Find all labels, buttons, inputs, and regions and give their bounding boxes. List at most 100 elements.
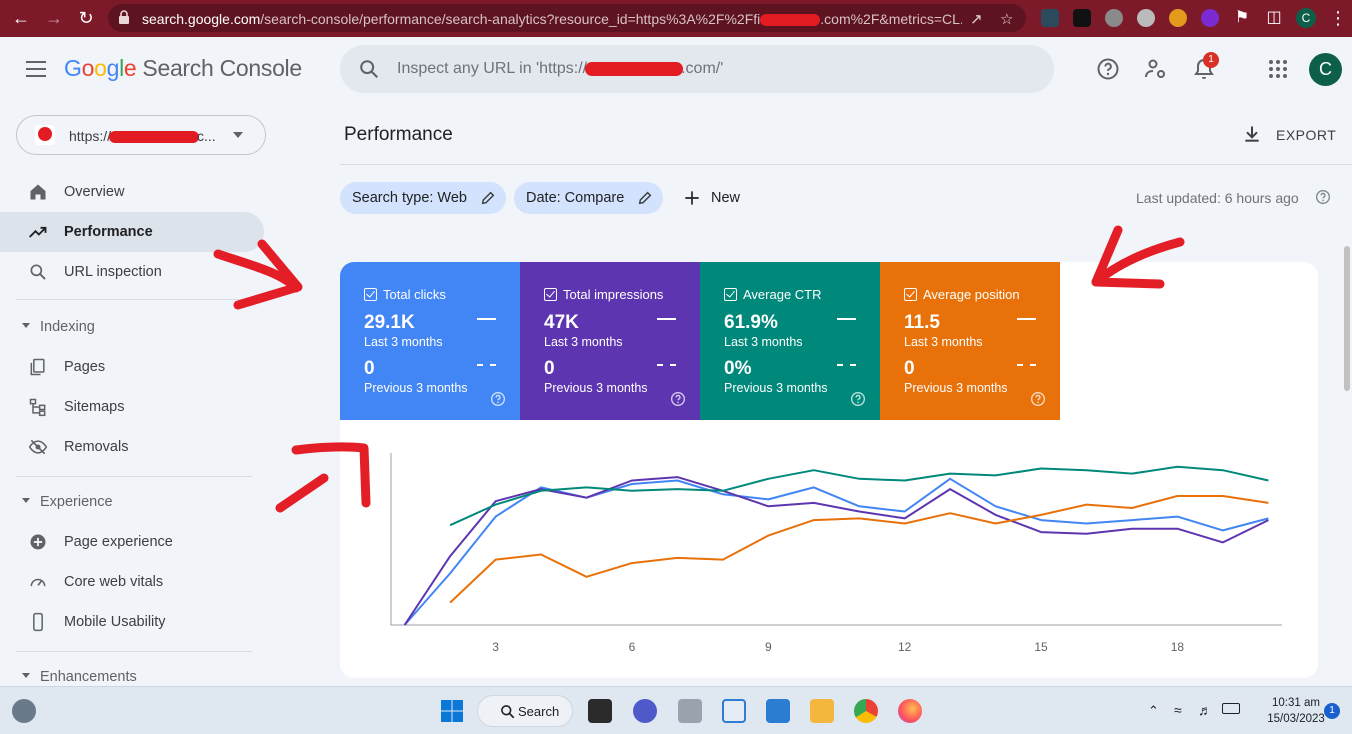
scrollbar[interactable] xyxy=(1342,238,1352,686)
metric-period: Last 3 months xyxy=(904,335,983,349)
sidebar-item-removals[interactable]: Removals xyxy=(0,427,264,467)
taskbar-search[interactable]: Search xyxy=(477,695,573,727)
filter-chip-search-type[interactable]: Search type: Web xyxy=(340,182,506,214)
collapse-triangle-icon xyxy=(22,323,30,328)
sidebar-item-label: Pages xyxy=(64,359,106,375)
scrollbar-thumb[interactable] xyxy=(1344,246,1350,391)
metric-period: Last 3 months xyxy=(544,335,623,349)
section-label: Enhancements xyxy=(40,669,137,685)
snipping-tool-icon[interactable] xyxy=(722,699,746,723)
notification-count-badge[interactable]: 1 xyxy=(1324,703,1340,719)
reload-icon[interactable]: ↻ xyxy=(74,6,98,30)
metric-tile-total-clicks[interactable]: Total clicks 29.1K Last 3 months 0 Previous … xyxy=(340,262,520,420)
bookmark-star-icon[interactable]: ☆ xyxy=(1000,10,1013,28)
profile-avatar[interactable]: C xyxy=(1296,8,1316,28)
help-icon[interactable] xyxy=(1030,391,1046,407)
extension-icon[interactable] xyxy=(1169,9,1187,27)
widgets-icon[interactable] xyxy=(12,699,36,723)
sidebar-item-sitemaps[interactable]: Sitemaps xyxy=(0,387,264,427)
sidebar-item-mobile-usability[interactable]: Mobile Usability xyxy=(0,602,264,642)
sidebar-item-page-experience[interactable]: Page experience xyxy=(0,522,264,562)
sidebar-item-pages[interactable]: Pages xyxy=(0,347,264,387)
firefox-icon[interactable] xyxy=(898,699,922,723)
extension-icon[interactable] xyxy=(1137,9,1155,27)
extension-icon[interactable] xyxy=(1201,9,1219,27)
sidebar-item-core-web-vitals[interactable]: Core web vitals xyxy=(0,562,264,602)
extension-icon[interactable] xyxy=(1041,9,1059,27)
extension-icon[interactable] xyxy=(1073,9,1091,27)
x-tick-label: 12 xyxy=(898,640,912,654)
sidebar-item-label: Page experience xyxy=(64,534,173,550)
chevron-up-icon[interactable]: ⌃ xyxy=(1148,703,1159,719)
wifi-icon[interactable]: ≈ xyxy=(1174,702,1182,718)
task-view-icon[interactable] xyxy=(588,699,612,723)
eye-off-icon xyxy=(28,439,48,455)
dashed-line-legend-icon xyxy=(1017,364,1036,366)
help-icon[interactable] xyxy=(1315,189,1331,205)
main-content: Performance EXPORT Search type: Web Date… xyxy=(320,101,1352,686)
sidebar-divider xyxy=(16,299,252,300)
edit-pencil-icon[interactable] xyxy=(480,190,496,206)
property-selector[interactable]: https://c... xyxy=(16,115,266,155)
sidebar-item-overview[interactable]: Overview xyxy=(0,172,264,212)
performance-card: Total clicks 29.1K Last 3 months 0 Previous … xyxy=(340,262,1318,678)
redaction-mark xyxy=(109,131,200,144)
metric-tile-average-ctr[interactable]: Average CTR 61.9% Last 3 months 0% Previous … xyxy=(700,262,880,420)
puzzle-icon[interactable]: ⚑ xyxy=(1230,6,1254,30)
sidebar-divider xyxy=(16,651,252,652)
teams-chat-icon[interactable] xyxy=(633,699,657,723)
google-wordmark: Google xyxy=(64,55,137,81)
logo[interactable]: Google Search Console xyxy=(64,55,302,82)
new-filter-button[interactable]: New xyxy=(680,182,750,214)
battery-icon[interactable] xyxy=(1222,703,1240,714)
share-icon[interactable]: ↗ xyxy=(970,10,983,28)
filter-chip-date[interactable]: Date: Compare xyxy=(514,182,663,214)
apps-grid-icon[interactable] xyxy=(1266,57,1290,81)
help-icon[interactable] xyxy=(850,391,866,407)
notepad-icon[interactable] xyxy=(766,699,790,723)
extension-icon[interactable] xyxy=(1105,9,1123,27)
volume-icon[interactable]: ♬ xyxy=(1198,702,1212,718)
solid-line-legend-icon xyxy=(477,318,496,320)
plus-circle-icon xyxy=(30,534,46,550)
metric-previous-value: 0% xyxy=(724,358,752,379)
metric-previous-period: Previous 3 months xyxy=(724,381,828,395)
app-rocket-icon[interactable] xyxy=(678,699,702,723)
dashed-line-legend-icon xyxy=(477,364,496,366)
system-clock[interactable]: 10:31 am 15/03/2023 xyxy=(1266,695,1326,727)
file-explorer-icon[interactable] xyxy=(810,699,834,723)
sidebar-section-experience[interactable]: Experience xyxy=(0,486,264,518)
edit-pencil-icon[interactable] xyxy=(637,190,653,206)
help-icon[interactable] xyxy=(670,391,686,407)
search-icon xyxy=(501,705,515,719)
url-inspect-search[interactable]: Inspect any URL in 'https://.com/' xyxy=(340,45,1054,93)
help-icon[interactable] xyxy=(490,391,506,407)
checkbox-icon[interactable] xyxy=(724,288,737,301)
manage-accounts-icon[interactable] xyxy=(1144,57,1168,81)
back-arrow-icon[interactable]: ← xyxy=(9,6,33,30)
checkbox-icon[interactable] xyxy=(364,288,377,301)
chrome-icon[interactable] xyxy=(854,699,878,723)
windows-start-icon[interactable] xyxy=(440,699,464,723)
menu-icon[interactable] xyxy=(26,61,46,77)
help-icon[interactable] xyxy=(1096,57,1120,81)
address-bar[interactable]: search.google.com/search-console/perform… xyxy=(108,4,1026,32)
metric-tile-total-impressions[interactable]: Total impressions 47K Last 3 months 0 Previo… xyxy=(520,262,700,420)
series-line-0 xyxy=(403,477,1269,626)
sidebar-item-performance[interactable]: Performance xyxy=(0,212,264,252)
sidebar-item-label: Mobile Usability xyxy=(64,614,166,630)
side-panel-icon[interactable]: ◫ xyxy=(1262,6,1286,30)
checkbox-icon[interactable] xyxy=(904,288,917,301)
checkbox-icon[interactable] xyxy=(544,288,557,301)
sidebar-item-url-inspection[interactable]: URL inspection xyxy=(0,252,264,292)
sidebar-section-indexing[interactable]: Indexing xyxy=(0,311,264,343)
account-avatar[interactable]: C xyxy=(1309,53,1342,86)
section-label: Experience xyxy=(40,494,113,510)
property-url: https://c... xyxy=(69,128,216,144)
search-icon xyxy=(360,60,379,79)
clock-time: 10:31 am xyxy=(1272,697,1320,709)
more-vert-icon[interactable]: ⋮ xyxy=(1326,6,1350,30)
forward-arrow-icon[interactable]: → xyxy=(42,6,66,30)
metric-tile-average-position[interactable]: Average position 11.5 Last 3 months 0 Previo… xyxy=(880,262,1060,420)
annotation-stroke xyxy=(275,473,329,513)
